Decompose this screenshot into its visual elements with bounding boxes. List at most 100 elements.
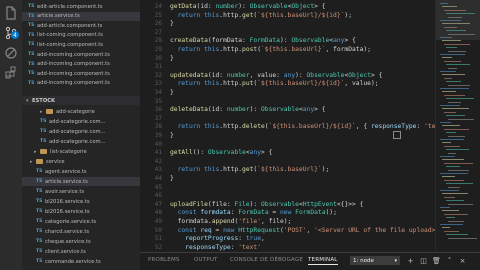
file-item[interactable]: TS add-incoming.component.ts xyxy=(22,79,110,88)
typescript-file-icon: TS xyxy=(28,61,35,67)
close-icon[interactable]: × xyxy=(458,256,467,265)
file-item[interactable]: TS client.service.ts xyxy=(22,247,86,256)
file-item[interactable]: TS cheque.service.ts xyxy=(22,237,91,246)
folder-item[interactable]: ▸ list-scategorie xyxy=(22,147,87,156)
code-line[interactable]: return this.http.delete(`${this.baseUrl}… xyxy=(170,122,435,131)
tab-terminal[interactable]: TERMINAL xyxy=(308,257,338,265)
chevron-up-icon[interactable]: ˄ xyxy=(445,256,454,265)
file-item[interactable]: TS add-incoming.component.ts xyxy=(22,50,110,59)
line-number: 26 xyxy=(154,20,162,28)
code-line[interactable]: } xyxy=(170,88,174,97)
minimap-line xyxy=(448,101,461,103)
code-editor[interactable]: 24 getData(id: number): Observable<Object… xyxy=(140,0,435,252)
code-line[interactable]: } xyxy=(170,131,174,140)
file-item[interactable]: TS add-scategorie.com... xyxy=(22,117,106,126)
explorer-sidebar: ▾ ESTOCK TS edit-article.component.ts TS ar… xyxy=(22,0,140,270)
code-line[interactable]: } xyxy=(170,54,174,63)
minimap-line xyxy=(448,135,465,137)
file-item[interactable]: TS list-coming.component.ts xyxy=(22,31,103,40)
tree-item-label: avoir.service.ts xyxy=(45,188,85,195)
extensions-icon[interactable] xyxy=(4,66,18,80)
line-number: 31 xyxy=(154,63,162,71)
file-item[interactable]: TS add-scategorie.com... xyxy=(22,127,106,136)
terminal-selector[interactable]: 1: node ▾ xyxy=(350,256,400,265)
minimap-line xyxy=(444,43,470,45)
files-icon[interactable] xyxy=(4,6,18,20)
file-item[interactable]: TS article.service.ts xyxy=(22,177,140,186)
tree-item-label: bl2016.service.ts xyxy=(45,208,90,215)
folder-icon xyxy=(46,109,53,114)
line-number: 48 xyxy=(154,209,162,217)
minimap-line xyxy=(442,142,451,144)
file-item[interactable]: TS commande.service.ts xyxy=(22,257,101,266)
tree-item-label: edit-article.component.ts xyxy=(37,3,103,10)
split-terminal-icon[interactable]: ◫ xyxy=(419,256,428,265)
minimap-line xyxy=(444,230,459,232)
chevron-down-icon: ▾ xyxy=(394,257,397,264)
typescript-file-icon: TS xyxy=(36,169,43,174)
typescript-file-icon: TS xyxy=(28,4,35,9)
typescript-file-icon: TS xyxy=(40,119,47,124)
minimap-line xyxy=(446,81,461,83)
line-number: 45 xyxy=(154,183,162,191)
file-item[interactable]: TS avoir.service.ts xyxy=(22,187,84,196)
tab-debug-console[interactable]: CONSOLE DE DÉBOGAGE xyxy=(230,257,303,263)
file-item[interactable]: TS charcd.service.ts xyxy=(22,227,89,236)
minimap-line xyxy=(442,159,464,161)
code-line[interactable]: return this.http.get(`${this.baseUrl}/${… xyxy=(170,11,352,20)
code-line[interactable]: getAll(): Observable<any> { xyxy=(170,148,272,157)
file-item[interactable]: TS add-incoming.component.ts xyxy=(22,60,110,69)
file-item[interactable]: TS list-coming.component.ts xyxy=(22,40,103,49)
tab-output[interactable]: OUTPUT xyxy=(194,257,218,263)
file-item[interactable]: TS agent.service.ts xyxy=(22,167,87,176)
explorer-section-header[interactable]: ▾ ESTOCK xyxy=(22,96,140,105)
minimap-viewport-slider[interactable] xyxy=(436,0,480,40)
file-item[interactable]: TS bl2016.service.ts xyxy=(22,197,90,206)
code-line[interactable]: } xyxy=(170,19,174,28)
folder-item[interactable]: ▸ add-scategorie xyxy=(22,107,95,116)
minimap-line xyxy=(440,54,465,55)
folder-item[interactable]: ▸ service xyxy=(22,157,65,166)
file-item[interactable]: TS add-article.component.ts xyxy=(22,21,102,30)
typescript-file-icon: TS xyxy=(28,32,35,38)
file-item[interactable]: TS add-incoming.component.ts xyxy=(22,69,110,78)
minimap-line xyxy=(446,217,455,219)
debug-icon[interactable] xyxy=(4,46,18,60)
file-item[interactable]: TS edit-article.component.ts xyxy=(22,2,103,11)
code-line[interactable]: } xyxy=(170,174,174,183)
tree-item-label: commande.service.ts xyxy=(45,258,101,265)
line-number: 34 xyxy=(154,89,162,96)
tree-item-label: add-incoming.component.ts xyxy=(37,80,110,87)
trash-icon[interactable]: 🗑 xyxy=(432,256,441,265)
minimap-line xyxy=(446,47,457,49)
line-number: 50 xyxy=(154,226,162,234)
minimap-line xyxy=(448,118,474,120)
typescript-file-icon: TS xyxy=(28,52,35,57)
tab-problems[interactable]: PROBLEMS xyxy=(148,257,180,263)
activity-bar: 4 xyxy=(0,0,22,270)
add-terminal-icon[interactable]: + xyxy=(406,256,415,265)
minimap-line xyxy=(442,125,460,127)
file-item[interactable]: TS add-scategorie.com... xyxy=(22,137,106,146)
code-line[interactable]: return this.http.get(`${this.baseUrl}`); xyxy=(170,165,330,174)
code-line[interactable]: return this.http.post(`${this.baseUrl}`,… xyxy=(170,45,371,54)
code-line[interactable]: deleteData(id: number): Observable<any> … xyxy=(170,105,325,114)
minimap-line xyxy=(448,50,466,52)
file-item[interactable]: TS categorie.service.ts xyxy=(22,217,96,226)
line-number: 33 xyxy=(154,80,162,88)
minimap-line xyxy=(444,111,456,113)
code-line[interactable]: responseType: 'text' xyxy=(170,243,261,252)
line-number: 39 xyxy=(154,132,162,139)
typescript-file-icon: TS xyxy=(28,13,35,19)
line-number: 42 xyxy=(154,157,162,165)
minimap-line xyxy=(444,94,465,96)
file-item[interactable]: TS article.service.ts xyxy=(22,11,140,21)
line-number: 37 xyxy=(154,114,162,122)
minimap-line xyxy=(448,67,457,69)
section-title: ESTOCK xyxy=(32,97,56,104)
code-line[interactable]: return this.http.put(`${this.baseUrl}/${… xyxy=(170,79,379,88)
typescript-file-icon: TS xyxy=(36,239,43,244)
tree-item-label: add-incoming.component.ts xyxy=(37,51,110,58)
file-item[interactable]: TS bl2016.service.ts xyxy=(22,207,90,216)
tree-item-label: add-incoming.component.ts xyxy=(37,61,110,68)
